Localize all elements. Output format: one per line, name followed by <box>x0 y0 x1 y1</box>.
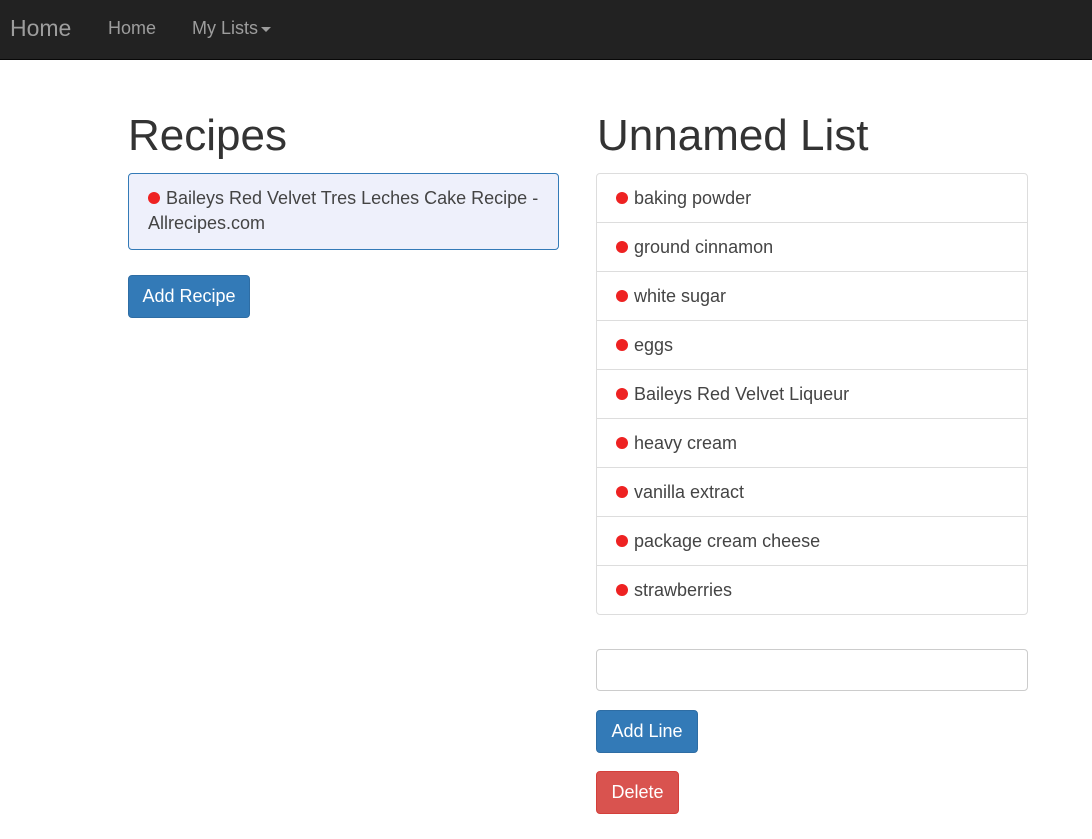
top-navbar: Home Home My Lists <box>0 0 1092 60</box>
list-item-label: heavy cream <box>634 433 738 453</box>
list-item-label: baking powder <box>634 188 752 208</box>
list-item-label: white sugar <box>634 286 727 306</box>
nav-dropdown-label: My Lists <box>192 18 259 38</box>
status-dot-icon <box>616 388 628 400</box>
navbar-brand[interactable]: Home <box>10 0 71 60</box>
list-heading: Unnamed List <box>597 111 869 160</box>
list-item[interactable]: package cream cheese <box>596 516 1028 566</box>
recipe-item-label: Baileys Red Velvet Tres Leches Cake Reci… <box>148 188 539 233</box>
status-dot-icon <box>616 584 628 596</box>
list-item[interactable]: white sugar <box>596 271 1028 321</box>
add-recipe-button[interactable]: Add Recipe <box>128 275 250 318</box>
status-dot-icon <box>616 241 628 253</box>
add-line-button[interactable]: Add Line <box>596 710 698 753</box>
list-item[interactable]: Baileys Red Velvet Liqueur <box>596 369 1028 419</box>
list-item[interactable]: eggs <box>596 320 1028 370</box>
status-dot-icon <box>616 535 628 547</box>
list-item-label: eggs <box>634 335 674 355</box>
status-dot-icon <box>148 192 160 204</box>
list-item-label: package cream cheese <box>634 531 821 551</box>
recipe-item[interactable]: Baileys Red Velvet Tres Leches Cake Reci… <box>128 173 559 250</box>
list-item-label: vanilla extract <box>634 482 745 502</box>
status-dot-icon <box>616 339 628 351</box>
nav-dropdown-my-lists[interactable]: My Lists <box>192 0 272 60</box>
ingredient-list: baking powder ground cinnamon white suga… <box>596 173 1028 615</box>
list-item[interactable]: strawberries <box>596 565 1028 615</box>
status-dot-icon <box>616 486 628 498</box>
list-item[interactable]: vanilla extract <box>596 467 1028 517</box>
recipes-heading: Recipes <box>128 111 287 160</box>
list-item-label: Baileys Red Velvet Liqueur <box>634 384 850 404</box>
delete-button[interactable]: Delete <box>596 771 679 814</box>
status-dot-icon <box>616 192 628 204</box>
status-dot-icon <box>616 290 628 302</box>
list-item[interactable]: ground cinnamon <box>596 222 1028 272</box>
list-item-label: ground cinnamon <box>634 237 774 257</box>
list-item-label: strawberries <box>634 580 733 600</box>
nav-link-home[interactable]: Home <box>108 0 156 60</box>
list-item[interactable]: baking powder <box>596 173 1028 223</box>
caret-down-icon <box>261 26 272 32</box>
new-line-input[interactable] <box>596 649 1028 691</box>
status-dot-icon <box>616 437 628 449</box>
list-item[interactable]: heavy cream <box>596 418 1028 468</box>
